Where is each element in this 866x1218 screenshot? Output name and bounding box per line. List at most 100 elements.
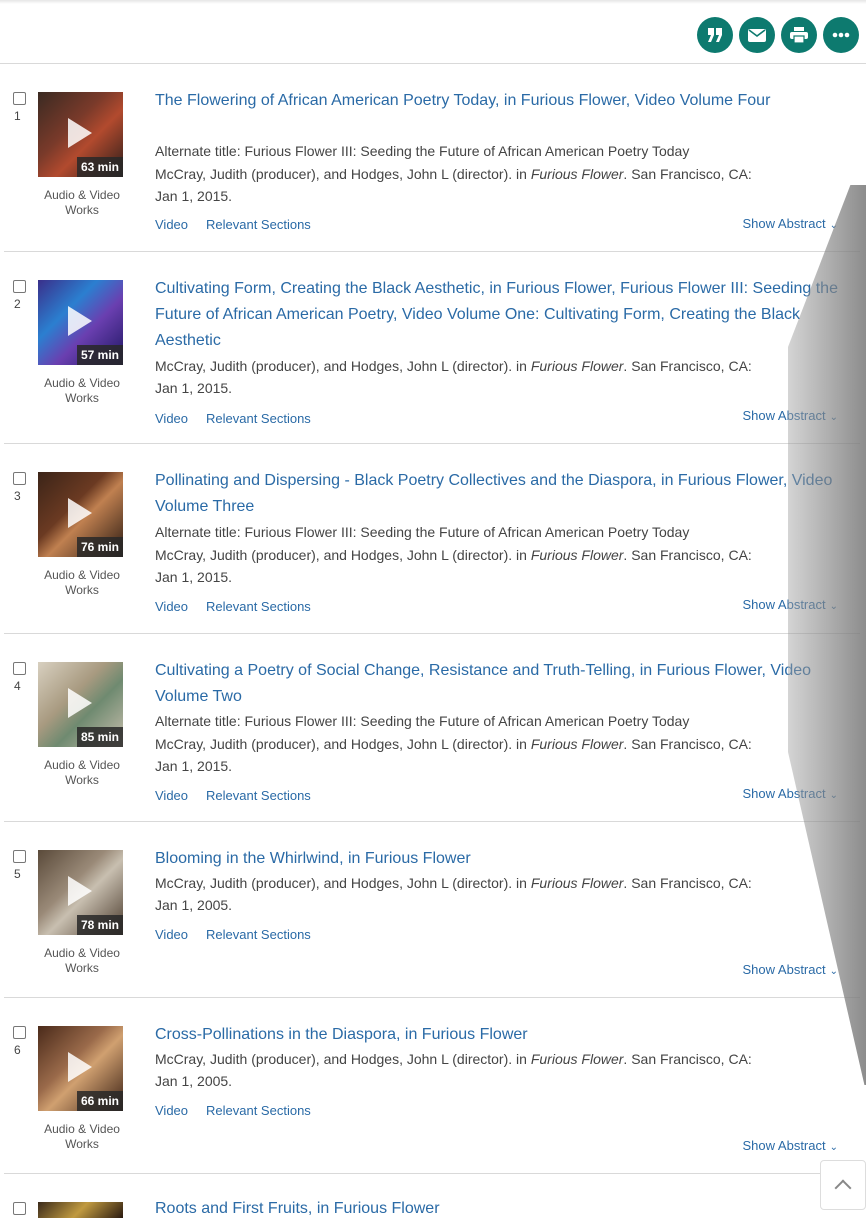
show-abstract-toggle[interactable]: Show Abstract ⌄ [743, 962, 839, 977]
more-button[interactable] [823, 17, 859, 53]
publication-date: Jan 1, 2015. [155, 758, 233, 774]
video-thumbnail[interactable]: 76 min [38, 472, 123, 557]
relevant-sections-link[interactable]: Relevant Sections [206, 788, 311, 803]
result-links: Video Relevant Sections [155, 927, 329, 942]
select-checkbox[interactable] [13, 850, 26, 863]
result-links: Video Relevant Sections [155, 1103, 329, 1118]
result-number: 2 [14, 297, 21, 311]
relevant-sections-link[interactable]: Relevant Sections [206, 1103, 311, 1118]
play-icon [68, 118, 92, 148]
content-type: Audio & Video Works [44, 946, 120, 975]
video-thumbnail[interactable]: 66 min [38, 1026, 123, 1111]
publication-date: Jan 1, 2005. [155, 897, 233, 913]
result-links: Video Relevant Sections [155, 217, 329, 232]
result-number: 4 [14, 679, 21, 693]
chevron-down-icon: ⌄ [829, 412, 838, 423]
byline: McCray, Judith (producer), and Hodges, J… [155, 1051, 752, 1067]
email-icon [748, 28, 766, 42]
duration-label: 78 min [76, 915, 123, 935]
alternate-title: Alternate title: Furious Flower III: See… [155, 143, 690, 159]
result-item: 6 66 min Audio & Video Works Cross-Polli… [4, 998, 860, 1174]
duration-label: 57 min [76, 345, 123, 365]
alternate-title: Alternate title: Furious Flower III: See… [155, 524, 690, 540]
content-type: Audio & Video Works [44, 758, 120, 787]
result-title[interactable]: Blooming in the Whirlwind, in Furious Fl… [155, 846, 845, 872]
byline: McCray, Judith (producer), and Hodges, J… [155, 875, 752, 891]
result-item: 2 57 min Audio & Video Works Cultivating… [4, 252, 860, 444]
duration-label: 76 min [76, 537, 123, 557]
result-title[interactable]: Roots and First Fruits, in Furious Flowe… [155, 1196, 845, 1218]
play-icon [68, 1052, 92, 1082]
result-item: 3 76 min Audio & Video Works Pollinating… [4, 444, 860, 634]
alternate-title: Alternate title: Furious Flower III: See… [155, 713, 690, 729]
video-thumbnail[interactable]: 57 min [38, 280, 123, 365]
result-title[interactable]: Cross-Pollinations in the Diaspora, in F… [155, 1022, 845, 1048]
content-type: Audio & Video Works [44, 568, 120, 597]
email-button[interactable] [739, 17, 775, 53]
video-link[interactable]: Video [155, 411, 188, 426]
show-abstract-toggle[interactable]: Show Abstract ⌄ [743, 1138, 839, 1153]
select-checkbox[interactable] [13, 280, 26, 293]
result-links: Video Relevant Sections [155, 599, 329, 614]
video-link[interactable]: Video [155, 217, 188, 232]
scroll-to-top-button[interactable] [820, 1160, 866, 1210]
result-number: 6 [14, 1043, 21, 1057]
relevant-sections-link[interactable]: Relevant Sections [206, 411, 311, 426]
chevron-down-icon: ⌄ [829, 966, 838, 977]
show-abstract-toggle[interactable]: Show Abstract ⌄ [743, 597, 839, 612]
play-icon [68, 306, 92, 336]
publication-date: Jan 1, 2015. [155, 380, 233, 396]
byline: McCray, Judith (producer), and Hodges, J… [155, 736, 752, 752]
print-icon [790, 27, 808, 43]
video-thumbnail[interactable] [38, 1202, 123, 1218]
video-link[interactable]: Video [155, 1103, 188, 1118]
play-icon [68, 498, 92, 528]
chevron-down-icon: ⌄ [829, 790, 838, 801]
select-checkbox[interactable] [13, 472, 26, 485]
duration-label: 63 min [76, 157, 123, 177]
result-number: 3 [14, 489, 21, 503]
byline: McCray, Judith (producer), and Hodges, J… [155, 358, 752, 374]
result-item: Roots and First Fruits, in Furious Flowe… [4, 1174, 860, 1218]
result-item: 4 85 min Audio & Video Works Cultivating… [4, 634, 860, 822]
content-type: Audio & Video Works [44, 1122, 120, 1151]
print-button[interactable] [781, 17, 817, 53]
relevant-sections-link[interactable]: Relevant Sections [206, 217, 311, 232]
result-title[interactable]: Pollinating and Dispersing - Black Poetr… [155, 468, 845, 520]
content-type: Audio & Video Works [44, 188, 120, 217]
duration-label: 66 min [76, 1091, 123, 1111]
publication-date: Jan 1, 2005. [155, 1073, 233, 1089]
chevron-down-icon: ⌄ [829, 220, 838, 231]
select-checkbox[interactable] [13, 1202, 26, 1215]
show-abstract-toggle[interactable]: Show Abstract ⌄ [743, 408, 839, 423]
video-thumbnail[interactable]: 63 min [38, 92, 123, 177]
select-checkbox[interactable] [13, 662, 26, 675]
content-type: Audio & Video Works [44, 376, 120, 405]
relevant-sections-link[interactable]: Relevant Sections [206, 927, 311, 942]
result-title[interactable]: Cultivating Form, Creating the Black Aes… [155, 276, 845, 354]
more-icon [832, 32, 850, 38]
chevron-down-icon: ⌄ [829, 601, 838, 612]
result-links: Video Relevant Sections [155, 411, 329, 426]
select-checkbox[interactable] [13, 92, 26, 105]
chevron-up-icon [834, 1179, 852, 1197]
result-item: 1 63 min Audio & Video Works The Floweri… [4, 64, 860, 252]
video-link[interactable]: Video [155, 599, 188, 614]
play-icon [68, 688, 92, 718]
result-title[interactable]: Cultivating a Poetry of Social Change, R… [155, 658, 845, 710]
video-thumbnail[interactable]: 78 min [38, 850, 123, 935]
show-abstract-toggle[interactable]: Show Abstract ⌄ [743, 786, 839, 801]
show-abstract-toggle[interactable]: Show Abstract ⌄ [743, 216, 839, 231]
result-title[interactable]: The Flowering of African American Poetry… [155, 88, 845, 114]
relevant-sections-link[interactable]: Relevant Sections [206, 599, 311, 614]
video-link[interactable]: Video [155, 927, 188, 942]
video-thumbnail[interactable]: 85 min [38, 662, 123, 747]
byline: McCray, Judith (producer), and Hodges, J… [155, 547, 752, 563]
results-toolbar [0, 0, 866, 64]
select-checkbox[interactable] [13, 1026, 26, 1039]
result-number: 5 [14, 867, 21, 881]
cite-button[interactable] [697, 17, 733, 53]
video-link[interactable]: Video [155, 788, 188, 803]
publication-date: Jan 1, 2015. [155, 188, 233, 204]
byline: McCray, Judith (producer), and Hodges, J… [155, 166, 752, 182]
